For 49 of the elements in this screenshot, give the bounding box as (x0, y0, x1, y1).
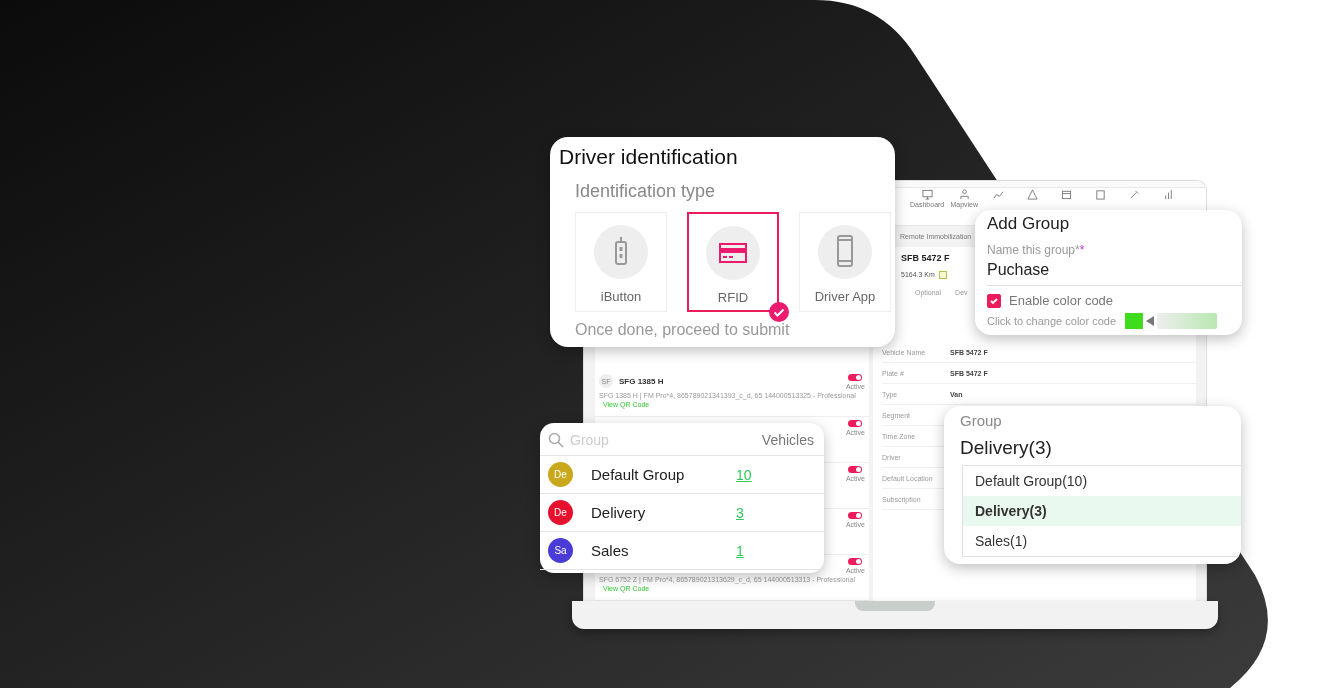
checkbox[interactable] (987, 293, 1001, 308)
line-chart-icon[interactable] (992, 188, 1004, 200)
group-name: Default Group (591, 466, 686, 483)
group-avatar: De (548, 500, 573, 525)
warning-icon[interactable] (1026, 188, 1038, 200)
edit-icon[interactable] (938, 270, 947, 279)
group-select-field[interactable]: Delivery(3) (960, 437, 1241, 463)
search-icon (548, 432, 564, 448)
toggle-switch[interactable] (848, 512, 863, 519)
toggle-switch[interactable] (848, 558, 863, 565)
card-title: Add Group (987, 214, 1071, 234)
people-icon[interactable] (958, 188, 970, 200)
box-icon[interactable] (1094, 188, 1106, 200)
group-name: Sales (591, 542, 630, 559)
bar-chart-icon[interactable] (1162, 188, 1174, 200)
checkbox-label: Enable color code (1009, 293, 1114, 308)
group-avatar: De (548, 462, 573, 487)
dropdown-option[interactable]: Delivery(3) (963, 496, 1241, 526)
toggle-switch[interactable] (848, 374, 863, 381)
required-mark: * (1079, 243, 1085, 257)
vehicle-name: SFG 1385 H (619, 376, 664, 386)
vehicle-plate: SFB 5472 F (901, 253, 951, 264)
checkmark-icon (989, 295, 999, 306)
caret-icon (1146, 316, 1154, 326)
toggle-switch[interactable] (848, 466, 863, 473)
hint-text: Once done, proceed to submit (575, 320, 791, 339)
card-icon (706, 226, 760, 280)
toggle-switch[interactable] (848, 420, 863, 427)
calendar-icon[interactable] (1060, 188, 1072, 200)
identification-option[interactable]: RFID (687, 212, 779, 312)
key-fob-icon (594, 225, 648, 279)
field-label: Group (960, 412, 1003, 429)
group-name: Delivery (591, 504, 647, 521)
dropdown-option[interactable]: Sales(1) (963, 526, 1241, 556)
color-picker[interactable] (1157, 313, 1217, 329)
hint-text: Click to change color code (987, 315, 1116, 327)
field-label: Name this group* (987, 243, 1080, 257)
column-header: Vehicles (761, 432, 814, 448)
check-badge-icon (769, 302, 789, 322)
group-name-field[interactable]: Puchase (987, 257, 1242, 286)
monitor-icon[interactable] (921, 188, 933, 200)
card-title: Driver identification (559, 144, 739, 169)
section-label: Identification type (575, 181, 717, 202)
color-swatch[interactable] (1125, 313, 1143, 329)
group-avatar: Sa (548, 538, 573, 563)
phone-icon (818, 225, 872, 279)
identification-option[interactable]: Driver App (799, 212, 891, 312)
dropdown-option[interactable]: Default Group(10) (963, 466, 1241, 496)
identification-option[interactable]: iButton (575, 212, 667, 312)
